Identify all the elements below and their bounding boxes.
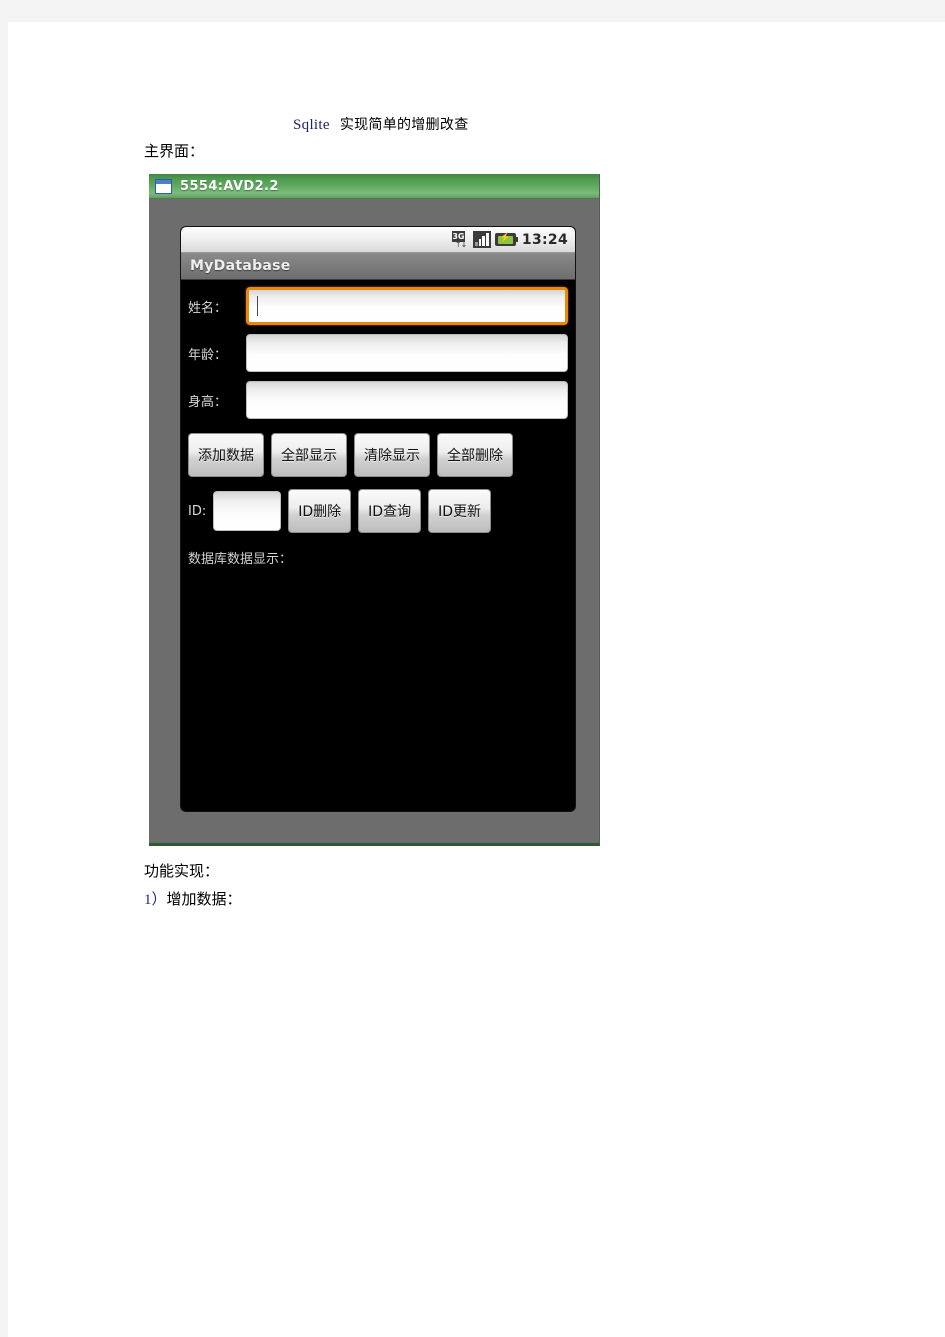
input-name[interactable] [246, 287, 568, 325]
3g-icon: 3G ↑↓ [451, 231, 469, 249]
device-bezel: 3G ↑↓ ⚡ 13:24 MyDatabase 姓名： 年龄： 身高： 添加数… [149, 199, 599, 843]
field-row-name: 姓名： [188, 287, 568, 325]
show-all-button[interactable]: 全部显示 [271, 433, 347, 477]
label-height: 身高： [188, 394, 228, 410]
app-title-bar: MyDatabase [181, 253, 575, 280]
section-label-main-ui: 主界面： [144, 142, 205, 160]
input-id[interactable] [213, 491, 282, 531]
status-clock: 13:24 [521, 231, 568, 248]
input-age[interactable] [246, 334, 568, 372]
item1-text: 增加数据： [166, 890, 242, 908]
window-icon [155, 178, 172, 194]
label-database-display: 数据库数据显示： [188, 552, 293, 567]
android-emulator-window: 5554:AVD2.2 3G ↑↓ ⚡ 13:24 MyDatabase 姓名：… [149, 174, 600, 846]
item1-number: 1） [144, 892, 167, 908]
action-button-row: 添加数据 全部显示 清除显示 全部删除 [188, 433, 568, 477]
battery-bolt-icon: ⚡ [499, 232, 512, 242]
signal-bars-icon [472, 231, 491, 248]
query-by-id-button[interactable]: ID查询 [358, 489, 422, 533]
emulator-title: 5554:AVD2.2 [180, 178, 279, 194]
device-screen: 3G ↑↓ ⚡ 13:24 MyDatabase 姓名： 年龄： 身高： 添加数… [181, 227, 575, 811]
field-row-age: 年龄： [188, 334, 568, 372]
section-label-item1: 1）增加数据： [144, 888, 242, 909]
page-title: Sqlite 实现简单的增删改查 [293, 114, 469, 134]
delete-by-id-button[interactable]: ID删除 [288, 489, 352, 533]
label-name: 姓名： [188, 300, 228, 316]
label-age: 年龄： [188, 347, 228, 363]
document-page: Sqlite 实现简单的增删改查 主界面： 5554:AVD2.2 3G ↑↓ [8, 22, 945, 1337]
emulator-titlebar[interactable]: 5554:AVD2.2 [149, 174, 599, 199]
clear-display-button[interactable]: 清除显示 [354, 433, 430, 477]
status-icons: 3G ↑↓ ⚡ [451, 231, 518, 249]
battery-charging-icon: ⚡ [494, 232, 518, 246]
field-row-height: 身高： [188, 381, 568, 419]
input-height[interactable] [246, 381, 568, 419]
page-title-en: Sqlite [293, 117, 330, 133]
text-caret [257, 296, 258, 316]
delete-all-button[interactable]: 全部删除 [437, 433, 513, 477]
id-button-row: ID: ID删除 ID查询 ID更新 [188, 489, 568, 533]
database-display-area [188, 571, 568, 766]
app-content: 姓名： 年龄： 身高： 添加数据 全部显示 清除显示 全部删除 ID: ID删除… [181, 280, 575, 809]
3g-icon-arrows: ↑↓ [454, 240, 467, 249]
add-data-button[interactable]: 添加数据 [188, 433, 264, 477]
page-title-cn: 实现简单的增删改查 [339, 117, 469, 133]
update-by-id-button[interactable]: ID更新 [428, 489, 491, 533]
app-title: MyDatabase [190, 258, 291, 274]
label-id: ID: [188, 503, 207, 519]
android-status-bar: 3G ↑↓ ⚡ 13:24 [181, 227, 575, 253]
section-label-function: 功能实现： [144, 862, 220, 880]
